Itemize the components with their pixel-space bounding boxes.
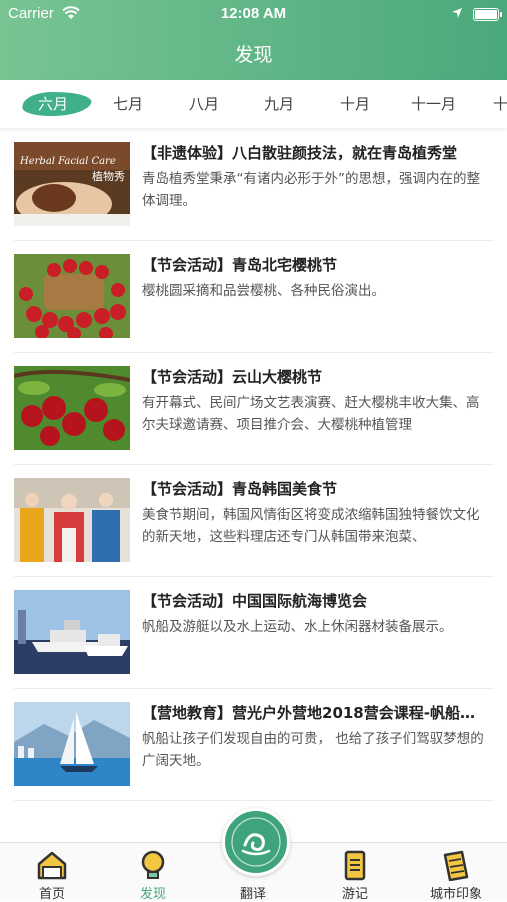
sailing-thumbnail (14, 702, 130, 786)
boat-expo-thumbnail (14, 590, 130, 674)
korean-festival-thumbnail (14, 478, 130, 562)
tab-june[interactable]: 六月 (38, 93, 68, 114)
list-item[interactable]: 【节会活动】云山大樱桃节 有开幕式、民间广场文艺表演赛、赶大樱桃丰收大集、高尔夫… (14, 352, 494, 465)
tab-july[interactable]: 七月 (113, 93, 143, 114)
tab-november[interactable]: 十一月 (411, 93, 456, 114)
list-item[interactable]: 【节会活动】青岛北宅樱桃节 樱桃圆采摘和品尝樱桃、各种民俗演出。 (14, 240, 494, 353)
tab-august[interactable]: 八月 (189, 93, 219, 114)
item-desc: 青岛植秀堂秉承“有诸内必形于外”的思想，强调内在的整体调理。 (142, 171, 480, 209)
tabbar-discover-label: 发现 (139, 887, 166, 902)
notebook-icon (344, 850, 366, 881)
translate-logo-button[interactable] (222, 808, 290, 876)
tab-september[interactable]: 九月 (264, 93, 294, 114)
tabbar-notes-label: 游记 (341, 887, 368, 902)
list-item[interactable]: 【节会活动】青岛韩国美食节 美食节期间，韩国风情街区将变成浓缩韩国独特餐饮文化的… (14, 464, 494, 577)
cherry-basket-thumbnail (14, 254, 130, 338)
list-item[interactable]: 【营地教育】营光户外营地2018营会课程-帆船… 帆船让孩子们发现自由的可贵， … (14, 688, 494, 801)
tab-december[interactable]: 十 (493, 93, 507, 114)
item-desc: 帆船及游艇以及水上运动、水上休闲器材装备展示。 (142, 619, 453, 635)
status-bar: Carrier 12:08 AM (0, 5, 507, 25)
translate-logo-icon (231, 817, 281, 867)
item-title: 【非遗体验】八白散驻颜技法，就在青岛植秀堂 (142, 144, 458, 162)
nav-header: Carrier 12:08 AM 发现 (0, 0, 507, 80)
item-title: 【节会活动】青岛北宅樱桃节 (142, 256, 338, 274)
list-item[interactable]: Herbal Facial Care 植物秀 【非遗体验】八白散驻颜技法，就在青… (14, 128, 494, 241)
battery-icon (473, 8, 502, 21)
tabbar-city-label: 城市印象 (429, 887, 482, 902)
thumb-caption: Herbal Facial Care (19, 156, 116, 167)
item-desc: 有开幕式、民间广场文艺表演赛、赶大樱桃丰收大集、高尔夫球邀请赛、项目推介会、大樱… (142, 395, 480, 433)
home-icon (37, 851, 67, 880)
tabbar-translate-label: 翻译 (239, 887, 266, 902)
list-item[interactable]: 【节会活动】中国国际航海博览会 帆船及游艇以及水上运动、水上休闲器材装备展示。 (14, 576, 494, 689)
location-arrow-icon (452, 8, 462, 18)
svg-text:植物秀: 植物秀 (92, 169, 125, 183)
item-title: 【营地教育】营光户外营地2018营会课程-帆船… (142, 704, 475, 722)
item-title: 【节会活动】云山大樱桃节 (142, 368, 323, 386)
tab-october[interactable]: 十月 (340, 93, 370, 114)
cherry-branch-thumbnail (14, 366, 130, 450)
city-impression-icon (443, 850, 469, 881)
item-title: 【节会活动】青岛韩国美食节 (142, 480, 338, 498)
item-desc: 樱桃圆采摘和品尝樱桃、各种民俗演出。 (142, 283, 385, 299)
lightbulb-icon (141, 850, 165, 879)
tabbar-home-label: 首页 (38, 887, 65, 902)
item-title: 【节会活动】中国国际航海博览会 (142, 592, 368, 610)
status-time: 12:08 AM (220, 5, 287, 22)
page-title: 发现 (234, 44, 273, 66)
spa-thumbnail: Herbal Facial Care 植物秀 (14, 142, 130, 226)
item-desc: 帆船让孩子们发现自由的可贵， 也给了孩子们驾驭梦想的广阔天地。 (142, 731, 484, 769)
item-desc: 美食节期间，韩国风情街区将变成浓缩韩国独特餐饮文化的新天地，这些料理店还专门从韩… (142, 507, 480, 545)
